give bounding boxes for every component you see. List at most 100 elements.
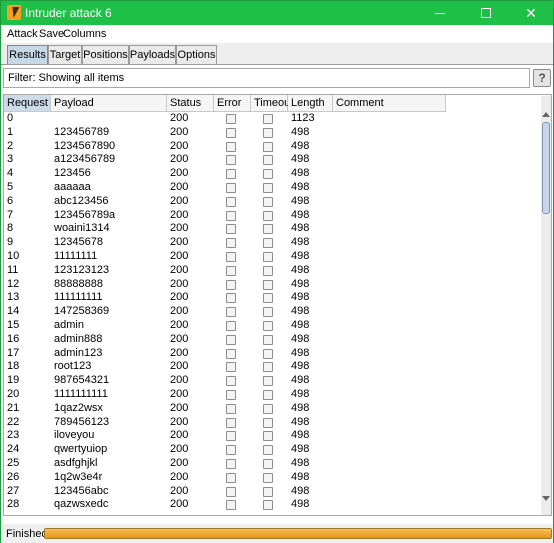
burp-app-icon (7, 5, 21, 20)
timeout-checkbox (263, 196, 273, 207)
cell-length: 498 (291, 374, 310, 387)
error-checkbox (226, 224, 236, 235)
timeout-checkbox (263, 486, 273, 497)
table-row[interactable]: 19 987654321 200 498 (4, 374, 544, 388)
cell-request: 13 (7, 291, 20, 304)
table-row[interactable]: 20 1111111111 200 498 (4, 388, 544, 402)
cell-payload: 123456abc (54, 484, 109, 497)
menu-columns[interactable]: Columns (63, 28, 106, 40)
table-row[interactable]: 21 1qaz2wsx 200 498 (4, 402, 544, 416)
filter-text: Filter: Showing all items (8, 72, 125, 84)
timeout-checkbox (263, 390, 273, 400)
scroll-up-icon[interactable] (542, 112, 550, 117)
cell-request: 12 (7, 277, 20, 290)
cell-payload: root123 (54, 360, 92, 373)
tab-positions[interactable]: Positions (82, 45, 129, 64)
error-checkbox (226, 362, 236, 373)
tab-payloads[interactable]: Payloads (129, 45, 176, 64)
cell-length: 498 (291, 470, 310, 483)
table-row[interactable]: 6 abc123456 200 498 (4, 195, 544, 209)
column-header-payload[interactable]: Payload (51, 95, 167, 112)
cell-payload: asdfghjkl (54, 457, 98, 469)
table-row[interactable]: 7 123456789a 200 498 (4, 209, 544, 223)
maximize-button[interactable] (463, 1, 509, 25)
cell-length: 498 (291, 360, 310, 373)
cell-request: 14 (7, 305, 20, 318)
error-checkbox (226, 403, 236, 414)
table-row[interactable]: 9 12345678 200 498 (4, 236, 544, 250)
cell-length: 498 (291, 291, 310, 304)
tab-results[interactable]: Results (7, 45, 48, 64)
table-row[interactable]: 16 admin888 200 498 (4, 333, 544, 347)
table-row[interactable]: 25 asdfghjkl 200 498 (4, 457, 544, 471)
table-row[interactable]: 4 123456 200 498 (4, 167, 544, 181)
cell-status: 200 (170, 415, 189, 428)
column-header-length[interactable]: Length (288, 95, 333, 112)
error-checkbox (226, 127, 236, 138)
table-row[interactable]: 15 admin 200 498 (4, 319, 544, 333)
table-row[interactable]: 13 111111111 200 498 (4, 291, 544, 305)
scroll-down-icon[interactable] (542, 496, 550, 501)
cell-status: 200 (170, 291, 189, 304)
menu-save[interactable]: Save (39, 28, 64, 40)
error-checkbox (226, 334, 236, 345)
table-row[interactable]: 23 iloveyou 200 498 (4, 429, 544, 443)
table-row[interactable]: 27 123456abc 200 498 (4, 485, 544, 499)
cell-status: 200 (170, 429, 189, 442)
table-row[interactable]: 3 a123456789 200 498 (4, 153, 544, 167)
tab-target[interactable]: Target (48, 45, 82, 64)
cell-length: 498 (291, 388, 310, 400)
table-row[interactable]: 0 200 1123 (4, 112, 544, 126)
cell-request: 24 (7, 443, 20, 456)
column-header-comment[interactable]: Comment (333, 95, 446, 112)
cell-length: 498 (291, 236, 310, 249)
menu-attack[interactable]: Attack (7, 28, 38, 40)
cell-payload: 1111111111 (54, 388, 108, 400)
table-header: Request Payload Status Error Timeout Len… (4, 95, 551, 112)
column-header-timeout[interactable]: Timeout (251, 95, 293, 112)
table-row[interactable]: 28 qazwsxedc 200 498 (4, 498, 544, 512)
cell-request: 17 (7, 346, 20, 359)
table-row[interactable]: 10 11111111 200 498 (4, 250, 544, 264)
error-checkbox (226, 376, 236, 387)
table-row[interactable]: 2 1234567890 200 498 (4, 140, 544, 154)
minimize-button[interactable] (417, 1, 463, 25)
help-button[interactable]: ? (533, 69, 551, 87)
cell-request: 4 (7, 167, 14, 180)
cell-status: 200 (170, 360, 189, 373)
title-bar[interactable]: Intruder attack 6 ✕ (1, 1, 553, 25)
table-row[interactable]: 26 1q2w3e4r 200 498 (4, 471, 544, 485)
cell-status: 200 (170, 346, 189, 359)
cell-status: 200 (170, 236, 189, 249)
table-row[interactable]: 24 qwertyuiop 200 498 (4, 443, 544, 457)
column-header-status[interactable]: Status (167, 95, 214, 112)
cell-request: 10 (7, 250, 20, 262)
table-row[interactable]: 17 admin123 200 498 (4, 347, 544, 361)
column-header-error[interactable]: Error (214, 95, 251, 112)
tab-options[interactable]: Options (176, 45, 217, 64)
timeout-checkbox (263, 445, 273, 456)
table-row[interactable]: 1 123456789 200 498 (4, 126, 544, 140)
timeout-checkbox (263, 334, 273, 345)
table-row[interactable]: 18 root123 200 498 (4, 360, 544, 374)
cell-status: 200 (170, 484, 189, 497)
table-row[interactable]: 22 789456123 200 498 (4, 416, 544, 430)
cell-length: 498 (291, 498, 310, 511)
cell-request: 25 (7, 457, 20, 469)
cell-request: 27 (7, 484, 20, 497)
table-row[interactable]: 5 aaaaaa 200 498 (4, 181, 544, 195)
table-row[interactable]: 11 123123123 200 498 (4, 264, 544, 278)
table-row[interactable]: 12 88888888 200 498 (4, 278, 544, 292)
column-header-request[interactable]: Request (4, 95, 57, 112)
menu-bar: Attack Save Columns (1, 25, 553, 43)
filter-bar[interactable]: Filter: Showing all items (3, 68, 530, 88)
cell-payload: 1234567890 (54, 139, 116, 152)
close-button[interactable]: ✕ (508, 1, 554, 25)
scroll-thumb[interactable] (542, 122, 550, 214)
error-checkbox (226, 196, 236, 207)
cell-payload: 123456789 (54, 125, 110, 138)
table-row[interactable]: 14 147258369 200 498 (4, 305, 544, 319)
vertical-scrollbar[interactable] (541, 96, 551, 515)
cell-length: 498 (291, 429, 310, 442)
table-row[interactable]: 8 woaini1314 200 498 (4, 222, 544, 236)
